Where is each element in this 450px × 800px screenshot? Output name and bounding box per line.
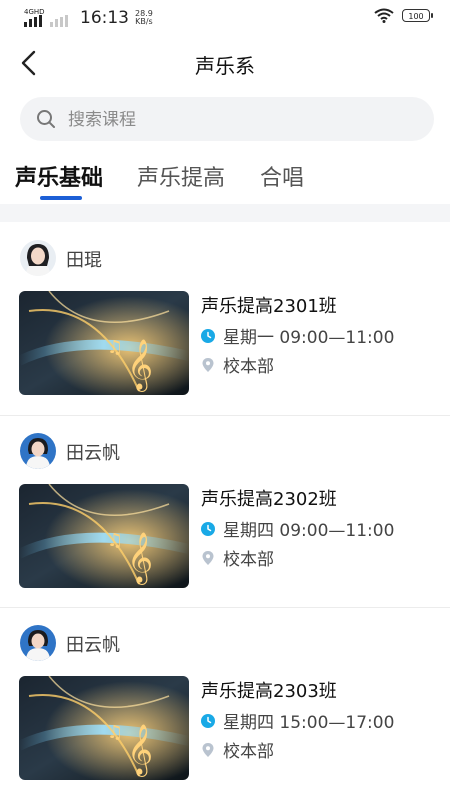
svg-text:♫: ♫ bbox=[107, 530, 123, 551]
tab-bar: 声乐基础 声乐提高 合唱 bbox=[0, 150, 450, 202]
signal-icon: 4GHD bbox=[24, 9, 45, 27]
location-row: 校本部 bbox=[201, 545, 274, 570]
course-schedule: 星期四 15:00—17:00 bbox=[223, 713, 395, 733]
course-thumbnail: 𝄞 ♫ bbox=[19, 291, 189, 395]
tab-vocal-advanced[interactable]: 声乐提高 bbox=[137, 160, 225, 192]
location-pin-icon bbox=[202, 742, 214, 757]
clock-time: 16:13 bbox=[80, 8, 129, 28]
schedule-row: 星期一 09:00—11:00 bbox=[201, 323, 394, 348]
speed-unit: KB/s bbox=[135, 17, 153, 26]
wifi-icon bbox=[374, 8, 394, 23]
course-card[interactable]: 田云帆 𝄞 ♫ 声乐提高2302班 星期四 09:00—11:00 校本部 bbox=[0, 415, 450, 608]
svg-text:𝄞: 𝄞 bbox=[127, 532, 153, 585]
location-pin-icon bbox=[202, 550, 214, 565]
location-pin-icon bbox=[202, 357, 214, 372]
network-speed: 28.9 KB/s bbox=[135, 10, 153, 26]
battery-level: 100 bbox=[408, 12, 424, 21]
avatar bbox=[20, 625, 56, 661]
location-row: 校本部 bbox=[201, 352, 274, 377]
clock-icon bbox=[201, 521, 215, 536]
active-tab-indicator bbox=[40, 196, 82, 200]
course-schedule: 星期一 09:00—11:00 bbox=[223, 328, 395, 348]
teacher-name: 田云帆 bbox=[66, 443, 120, 464]
battery-icon: 100 bbox=[402, 9, 433, 22]
course-location: 校本部 bbox=[223, 742, 274, 762]
course-name: 声乐提高2303班 bbox=[201, 681, 337, 702]
tab-vocal-basics[interactable]: 声乐基础 bbox=[15, 160, 103, 192]
teacher-name: 田琨 bbox=[66, 250, 102, 271]
course-thumbnail: 𝄞 ♫ bbox=[19, 676, 189, 780]
nav-bar: 声乐系 bbox=[0, 38, 450, 88]
course-location: 校本部 bbox=[223, 357, 274, 377]
avatar bbox=[20, 240, 56, 276]
search-bar[interactable] bbox=[20, 97, 434, 143]
page-title: 声乐系 bbox=[195, 54, 255, 78]
course-thumbnail: 𝄞 ♫ bbox=[19, 484, 189, 588]
section-divider bbox=[0, 204, 450, 222]
svg-text:𝄞: 𝄞 bbox=[127, 724, 153, 777]
course-schedule: 星期四 09:00—11:00 bbox=[223, 521, 395, 541]
teacher-name: 田云帆 bbox=[66, 635, 120, 656]
signal-icon-secondary bbox=[50, 9, 70, 27]
svg-text:♫: ♫ bbox=[107, 722, 123, 743]
avatar bbox=[20, 433, 56, 469]
schedule-row: 星期四 15:00—17:00 bbox=[201, 708, 394, 733]
svg-text:♫: ♫ bbox=[107, 337, 123, 358]
svg-text:𝄞: 𝄞 bbox=[127, 339, 153, 392]
course-card[interactable]: 田琨 𝄞 ♫ 声乐提高2301班 星期一 09:00—11:00 校本部 bbox=[0, 222, 450, 415]
status-bar: 4GHD 16:13 28.9 KB/s 100 bbox=[0, 0, 450, 36]
course-card[interactable]: 田云帆 𝄞 ♫ 声乐提高2303班 星期四 15:00—17:00 校本部 bbox=[0, 607, 450, 800]
course-location: 校本部 bbox=[223, 550, 274, 570]
search-icon bbox=[37, 110, 55, 128]
location-row: 校本部 bbox=[201, 737, 274, 762]
clock-icon bbox=[201, 713, 215, 728]
clock-icon bbox=[201, 328, 215, 343]
course-name: 声乐提高2302班 bbox=[201, 489, 337, 510]
course-name: 声乐提高2301班 bbox=[201, 296, 337, 317]
schedule-row: 星期四 09:00—11:00 bbox=[201, 516, 394, 541]
tab-chorus[interactable]: 合唱 bbox=[260, 160, 304, 192]
search-input[interactable] bbox=[66, 97, 420, 143]
